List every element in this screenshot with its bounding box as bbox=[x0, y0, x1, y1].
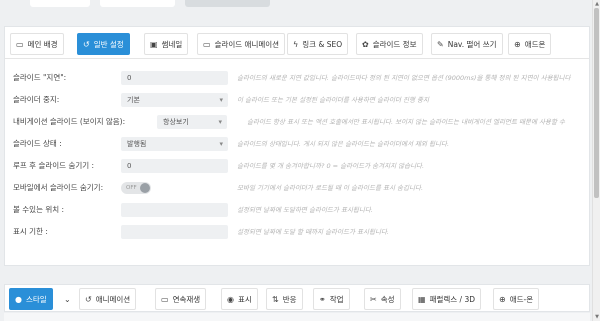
tab-label: 연속재생 bbox=[172, 294, 201, 304]
tab-general[interactable]: ↺ 일반 설정 bbox=[77, 33, 130, 55]
settings-tabs: ▭ 메인 배경 ↺ 일반 설정 ▣ 썸네일 ▭ 슬라이드 애니메이션 ϟ 링크 & SEO… bbox=[5, 27, 589, 59]
hide-after-loop-input[interactable]: 0 bbox=[121, 159, 228, 173]
history-icon: ↺ bbox=[85, 294, 92, 304]
tab-style[interactable]: ● 스타일 bbox=[9, 288, 53, 310]
setting-description: 설정되면 날짜에 도달하면 슬라이드가 표시됩니다. bbox=[237, 206, 373, 214]
tab-label: 슬라이드 정보 bbox=[372, 39, 417, 49]
tab-label: 애드온 bbox=[524, 39, 546, 49]
tab-label: Nav. 떨어 쓰기 bbox=[447, 39, 497, 49]
top-toolbar-button-1[interactable] bbox=[30, 0, 90, 7]
tab-label: 작업 bbox=[329, 294, 344, 304]
wand-icon: ✎ bbox=[437, 39, 444, 49]
tab-label: 스타일 bbox=[25, 294, 47, 304]
slider-stop-select[interactable]: 기본 bbox=[121, 93, 228, 107]
tab-label: 메인 배경 bbox=[27, 39, 58, 49]
arrows-icon: ⇅ bbox=[272, 294, 279, 304]
tab-action[interactable]: ⚭ 작업 bbox=[313, 288, 350, 310]
tab-thumbnail[interactable]: ▣ 썸네일 bbox=[144, 33, 189, 55]
setting-row-slider-stop: 슬라이더 중지: 기본 이 슬라이드 또는 기본 설정된 슬라이더를 사용하면 … bbox=[5, 89, 589, 111]
chevron-down-icon: ⌄ bbox=[64, 294, 71, 304]
image-icon: ▭ bbox=[16, 39, 24, 49]
setting-label: 슬라이드 상태 : bbox=[13, 139, 62, 148]
droplet-icon: ● bbox=[15, 294, 22, 304]
layer-settings-tabs: ● 스타일 ⌄ ↺ 애니메이션 ▭ 연속재생 ◉ 표시 ⇅ 반응 ⚭ 작업 ✂ 속성 ▦ 패럴렉… bbox=[4, 284, 590, 312]
setting-row-slide-state: 슬라이드 상태 : 발행됨 슬라이드의 상태입니다. 게시 되지 않은 슬라이드… bbox=[5, 133, 589, 155]
bolt-icon: ϟ bbox=[293, 39, 299, 49]
toggle-state-label: OFF bbox=[126, 185, 137, 191]
layer-settings-content bbox=[4, 313, 590, 321]
nav-slide-select[interactable]: 항상보기 bbox=[157, 115, 227, 129]
gear-icon: ✿ bbox=[362, 39, 369, 49]
plus-circle-icon: ⊕ bbox=[514, 39, 521, 49]
link-icon: ⚭ bbox=[319, 294, 326, 304]
setting-label: 볼 수있는 위치 : bbox=[13, 205, 65, 214]
tab-label: 슬라이드 애니메이션 bbox=[214, 39, 280, 49]
slide-delay-input[interactable]: 0 bbox=[121, 71, 228, 85]
tab-attributes[interactable]: ✂ 속성 bbox=[364, 288, 401, 310]
page-scrollbar[interactable]: ▲ ▼ bbox=[592, 0, 600, 321]
visible-until-input[interactable] bbox=[121, 225, 228, 239]
tab-more[interactable]: ⌄ bbox=[59, 288, 80, 310]
history-icon: ↺ bbox=[83, 39, 90, 49]
tab-loop[interactable]: ▭ 연속재생 bbox=[155, 288, 207, 310]
tab-addon[interactable]: ⊕ 애드온 bbox=[508, 33, 552, 55]
setting-description: 모바일 기기에서 슬라이더가 로드될 때 이 슬라이드를 표시 숨깁니다. bbox=[237, 184, 424, 192]
setting-row-visible-until: 표시 기한 : 설정되면 날짜에 도달 할 때까지 슬라이드가 표시됩니다. bbox=[5, 221, 589, 243]
scrollbar-thumb[interactable] bbox=[594, 8, 599, 198]
tab-label: 반응 bbox=[282, 294, 297, 304]
tab-main-bg[interactable]: ▭ 메인 배경 bbox=[10, 33, 64, 55]
setting-row-visible-from: 볼 수있는 위치 : 설정되면 날짜에 도달하면 슬라이드가 표시됩니다. bbox=[5, 199, 589, 221]
tab-animation[interactable]: ↺ 애니메이션 bbox=[79, 288, 137, 310]
thumbnail-icon: ▣ bbox=[150, 39, 158, 49]
tab-label: 일반 설정 bbox=[93, 39, 124, 49]
tools-icon: ✂ bbox=[370, 294, 377, 304]
tab-slider-animation[interactable]: ▭ 슬라이드 애니메이션 bbox=[197, 33, 286, 55]
hide-on-mobile-toggle[interactable]: OFF bbox=[121, 182, 151, 194]
battery-icon: ▭ bbox=[161, 294, 169, 304]
slide-state-select[interactable]: 발행됨 bbox=[121, 137, 228, 151]
slide-settings-panel: ▭ 메인 배경 ↺ 일반 설정 ▣ 썸네일 ▭ 슬라이드 애니메이션 ϟ 링크 & SEO… bbox=[4, 26, 590, 266]
image-icon: ▦ bbox=[418, 294, 426, 304]
tab-label: 애드-온 bbox=[509, 294, 534, 304]
tab-visibility[interactable]: ◉ 표시 bbox=[221, 288, 258, 310]
setting-description: 이 슬라이드 또는 기본 설정된 슬라이더를 사용하면 슬라이더 진행 중지 bbox=[237, 96, 430, 104]
tab-parallax[interactable]: ▦ 패럴렉스 / 3D bbox=[412, 288, 482, 310]
tab-link-seo[interactable]: ϟ 링크 & SEO bbox=[287, 33, 349, 55]
setting-row-hide-on-mobile: 모바일에서 슬라이드 숨기기: OFF 모바일 기기에서 슬라이더가 로드될 때… bbox=[5, 177, 589, 199]
tab-label: 패럴렉스 / 3D bbox=[429, 294, 476, 304]
top-toolbar bbox=[0, 0, 592, 14]
eye-icon: ◉ bbox=[227, 294, 234, 304]
tab-slider-info[interactable]: ✿ 슬라이드 정보 bbox=[356, 33, 423, 55]
setting-label: 표시 기한 : bbox=[13, 227, 48, 236]
visible-from-input[interactable] bbox=[121, 203, 228, 217]
tab-actions[interactable]: ⇅ 반응 bbox=[266, 288, 303, 310]
battery-icon: ▭ bbox=[203, 39, 211, 49]
scroll-down-icon[interactable]: ▼ bbox=[593, 313, 600, 321]
setting-row-nav-slide: 내비게이션 슬라이드 (보이지 않음): 항상보기 슬라이드 항상 표시 또는 … bbox=[5, 111, 589, 133]
setting-description: 설정되면 날짜에 도달 할 때까지 슬라이드가 표시됩니다. bbox=[237, 228, 390, 236]
setting-label: 내비게이션 슬라이드 (보이지 않음): bbox=[13, 117, 126, 126]
scroll-up-icon[interactable]: ▲ bbox=[593, 0, 600, 8]
tab-addons[interactable]: ⊕ 애드-온 bbox=[493, 288, 540, 310]
top-toolbar-button-3[interactable] bbox=[185, 0, 270, 7]
tab-label: 썸네일 bbox=[161, 39, 183, 49]
setting-description: 슬라이드를 몇 개 숨겨야합니까? 0 = 슬라이드가 숨겨지지 않습니다. bbox=[237, 162, 425, 170]
setting-description: 슬라이드의 상태입니다. 게시 되지 않은 슬라이드는 슬라이더에서 제외 됩니… bbox=[237, 140, 450, 148]
setting-row-hide-after-loop: 루프 후 슬라이드 숨기기 : 0 슬라이드를 몇 개 숨겨야합니까? 0 = … bbox=[5, 155, 589, 177]
setting-description: 슬라이드 항상 표시 또는 액션 호출에서만 표시됩니다. 보이지 않는 슬라이… bbox=[247, 118, 566, 126]
tab-nav-skip[interactable]: ✎ Nav. 떨어 쓰기 bbox=[431, 33, 503, 55]
tab-label: 속성 bbox=[380, 294, 395, 304]
setting-label: 슬라이드 "지연": bbox=[13, 73, 67, 82]
top-toolbar-button-2[interactable] bbox=[100, 0, 175, 7]
toggle-knob bbox=[140, 183, 150, 193]
plus-circle-icon: ⊕ bbox=[499, 294, 506, 304]
setting-description: 슬라이드의 새로운 지연 값입니다. 슬라이드마다 정의 된 지연이 없으면 옵… bbox=[237, 74, 571, 82]
setting-label: 모바일에서 슬라이드 숨기기: bbox=[13, 183, 104, 192]
setting-row-slide-delay: 슬라이드 "지연": 0 슬라이드의 새로운 지연 값입니다. 슬라이드마다 정… bbox=[5, 67, 589, 89]
setting-label: 루프 후 슬라이드 숨기기 : bbox=[13, 161, 95, 170]
tab-label: 표시 bbox=[237, 294, 252, 304]
tab-label: 링크 & SEO bbox=[302, 39, 343, 49]
tab-label: 애니메이션 bbox=[95, 294, 131, 304]
setting-label: 슬라이더 중지: bbox=[13, 95, 60, 104]
